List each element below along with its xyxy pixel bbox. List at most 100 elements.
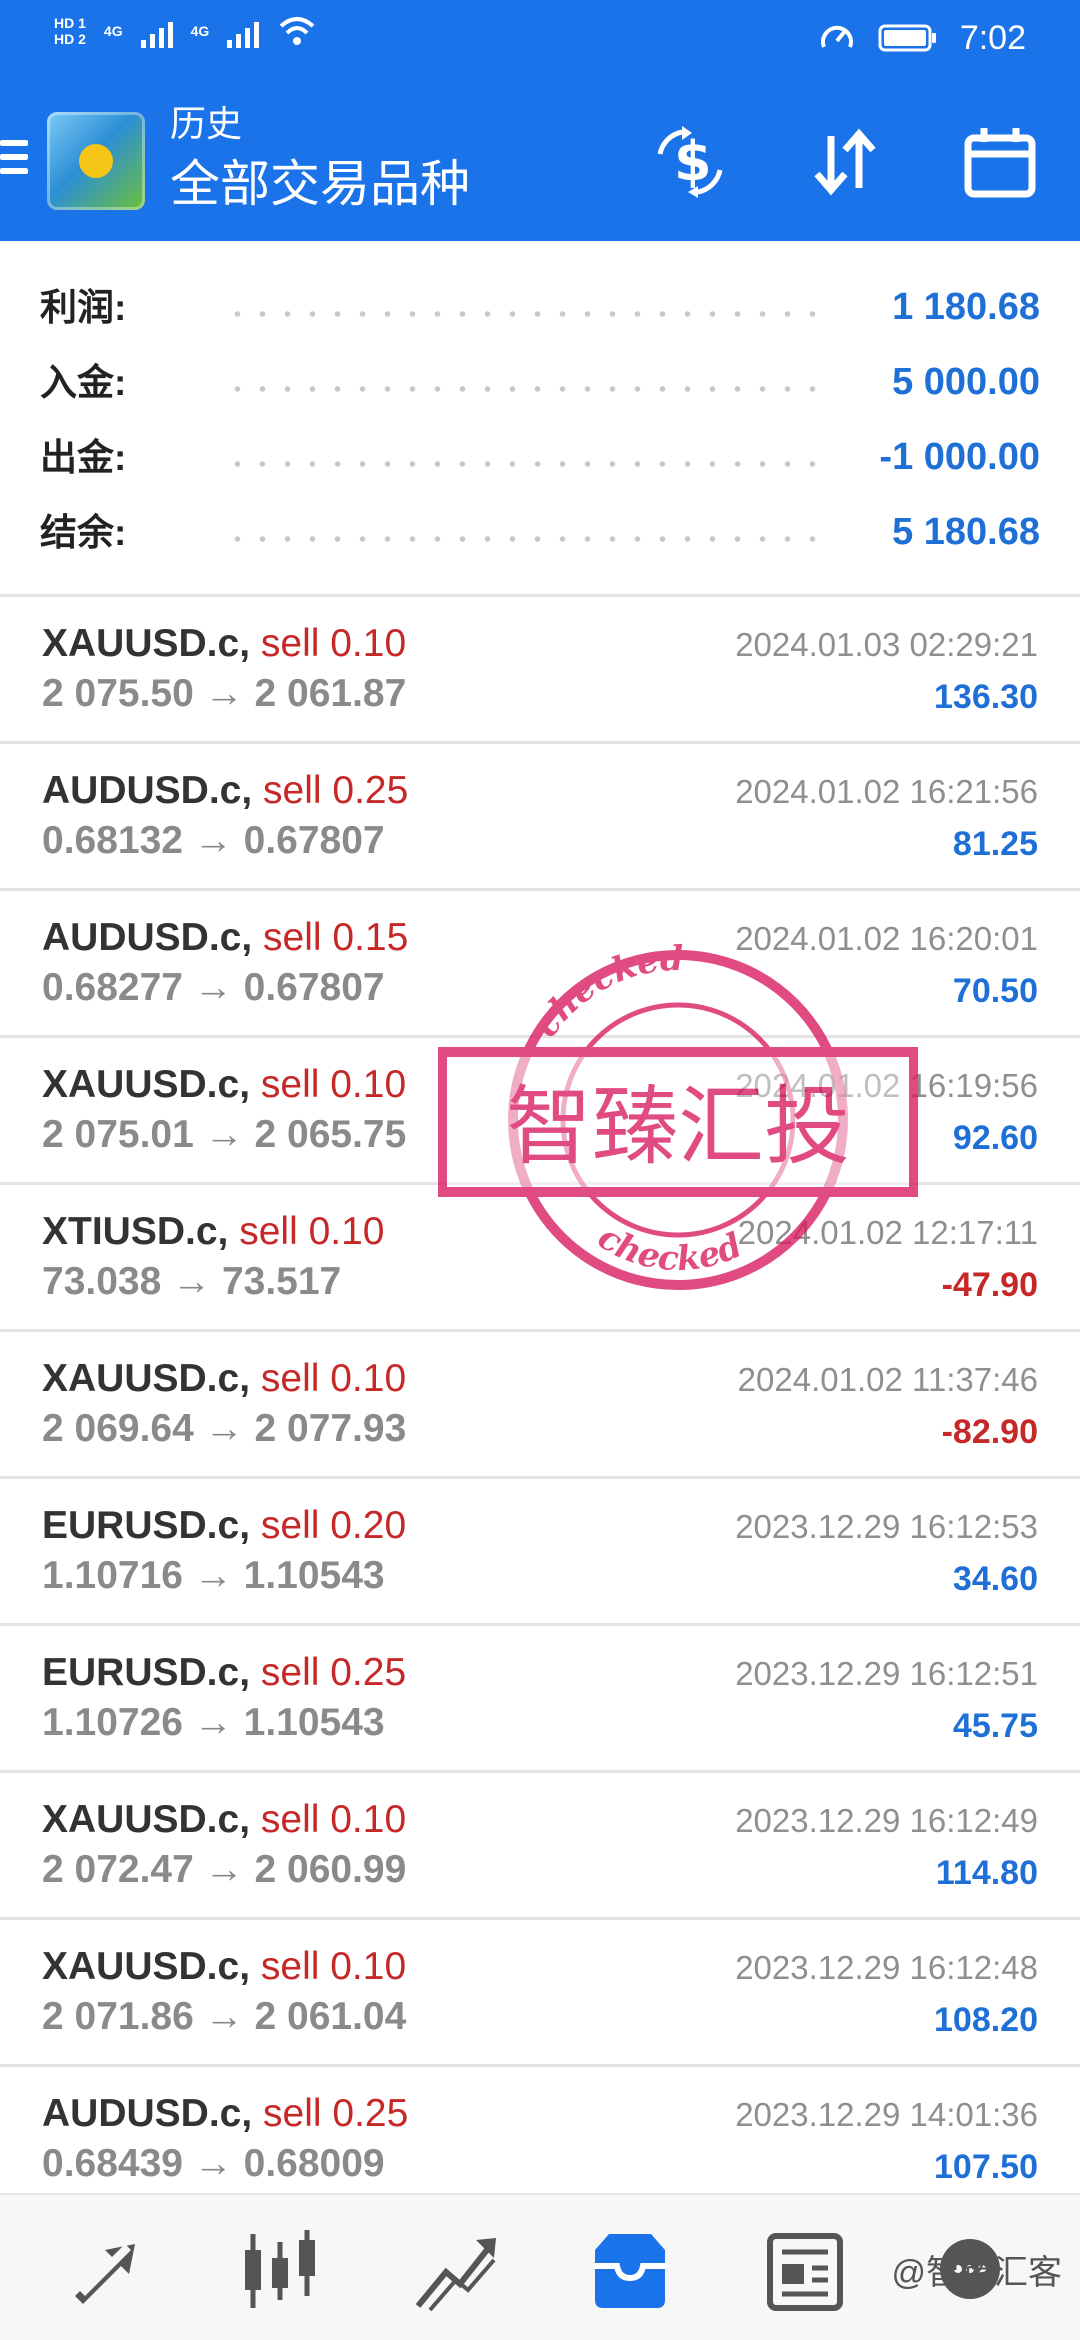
header-title[interactable]: 全部交易品种 [170, 154, 470, 214]
chart-candles-icon[interactable] [230, 2221, 330, 2321]
trade-time: 2023.12.29 16:12:49 [735, 1802, 1038, 1839]
watermark-text: @智臻汇客 [891, 2254, 1062, 2292]
account-summary: 利润: 1 180.68 入金: 5 000.00 出金: -1 000.00 … [0, 241, 1080, 595]
trade-time: 2024.01.02 16:20:01 [735, 920, 1038, 957]
trade-time: 2023.12.29 14:01:36 [735, 2096, 1038, 2133]
trade-prices: 73.038 → 73.517 [42, 1260, 342, 1303]
balance-label: 结余: [40, 512, 127, 553]
trade-profit: -47.90 [941, 1266, 1038, 1304]
leader-dots [225, 536, 820, 542]
trade-prices: 2 071.86 → 2 061.04 [42, 1995, 407, 2038]
withdrawal-value: -1 000.00 [879, 436, 1040, 478]
header-subtitle: 历史 [170, 103, 243, 144]
balance-value: 5 180.68 [892, 511, 1040, 553]
quotes-icon[interactable] [60, 2221, 160, 2321]
trade-time: 2024.01.03 02:29:21 [735, 626, 1038, 663]
wifi-icon [279, 17, 315, 45]
network-1-label: 4G [103, 23, 123, 39]
trade-symbol: XAUUSD.c, [42, 1798, 251, 1841]
status-bar: HD 1 HD 2 4G 4G 7:02 [0, 0, 1080, 82]
trade-side: sell 0.10 [260, 1798, 407, 1841]
sort-icon[interactable] [805, 122, 885, 202]
header: 历史 全部交易品种 $ [0, 82, 1080, 241]
trade-profit: 81.25 [952, 825, 1038, 863]
trade-symbol-line: AUDUSD.c, sell 0.15 [42, 911, 408, 965]
trade-row[interactable]: AUDUSD.c, sell 0.15 0.68277 → 0.67807 2024… [0, 891, 1080, 1038]
trade-symbol: XAUUSD.c, [42, 622, 251, 665]
trade-symbol-line: XAUUSD.c, sell 0.10 [42, 1940, 406, 1994]
speed-icon [820, 25, 853, 48]
trade-row[interactable]: XAUUSD.c, sell 0.10 2 069.64 → 2 077.93 20… [0, 1332, 1080, 1479]
trade-prices: 2 075.50 → 2 061.87 [42, 672, 407, 715]
bottom-navigation: @智臻汇客 [0, 2193, 1080, 2340]
clock: 7:02 [959, 19, 1026, 57]
sim2-label: HD 2 [54, 31, 86, 47]
trade-symbol-line: XAUUSD.c, sell 0.10 [42, 1793, 406, 1847]
summary-row-deposit: 入金: 5 000.00 [40, 346, 1040, 420]
trade-prices: 0.68132 → 0.67807 [42, 819, 385, 862]
trade-symbol-line: XAUUSD.c, sell 0.10 [42, 617, 406, 671]
summary-row-profit: 利润: 1 180.68 [40, 271, 1040, 345]
trade-icon[interactable] [405, 2221, 505, 2321]
trade-row[interactable]: EURUSD.c, sell 0.20 1.10716 → 1.10543 2023… [0, 1479, 1080, 1626]
sim-indicators: HD 1 HD 2 [54, 15, 86, 47]
trade-profit: 70.50 [952, 972, 1038, 1010]
trade-prices: 2 075.01 → 2 065.75 [42, 1113, 407, 1156]
trade-prices: 2 069.64 → 2 077.93 [42, 1407, 407, 1450]
menu-icon[interactable] [0, 140, 28, 180]
trade-symbol: XTIUSD.c, [42, 1210, 229, 1253]
trade-symbol-line: XTIUSD.c, sell 0.10 [42, 1205, 384, 1259]
trade-prices: 1.10716 → 1.10543 [42, 1554, 385, 1597]
trade-symbol-line: EURUSD.c, sell 0.25 [42, 1646, 406, 1700]
trade-symbol-line: AUDUSD.c, sell 0.25 [42, 764, 408, 818]
withdrawal-label: 出金: [40, 437, 127, 478]
trade-prices: 0.68277 → 0.67807 [42, 966, 385, 1009]
trade-prices: 0.68439 → 0.68009 [42, 2142, 385, 2185]
history-icon[interactable] [580, 2221, 680, 2321]
sim1-label: HD 1 [54, 15, 86, 31]
trade-side: sell 0.25 [263, 769, 409, 812]
trade-row[interactable]: XTIUSD.c, sell 0.10 73.038 → 73.517 2024.0… [0, 1185, 1080, 1332]
calendar-icon[interactable] [960, 122, 1040, 202]
trade-profit: -82.90 [941, 1413, 1038, 1451]
trade-symbol: EURUSD.c, [42, 1504, 251, 1547]
trade-row[interactable]: AUDUSD.c, sell 0.25 0.68439 → 0.68009 2023… [0, 2067, 1080, 2193]
leader-dots [225, 311, 820, 317]
summary-row-balance: 结余: 5 180.68 [40, 496, 1040, 570]
status-left: HD 1 HD 2 4G 4G [54, 14, 317, 48]
trade-symbol: AUDUSD.c, [42, 769, 253, 812]
trade-symbol-line: XAUUSD.c, sell 0.10 [42, 1352, 406, 1406]
signal-1-icon [140, 14, 173, 48]
trade-row[interactable]: EURUSD.c, sell 0.25 1.10726 → 1.10543 2023… [0, 1626, 1080, 1773]
trade-row[interactable]: XAUUSD.c, sell 0.10 2 072.47 → 2 060.99 20… [0, 1773, 1080, 1920]
profit-value: 1 180.68 [892, 286, 1040, 328]
summary-row-withdrawal: 出金: -1 000.00 [40, 421, 1040, 495]
trade-side: sell 0.25 [260, 1651, 407, 1694]
trade-time: 2023.12.29 16:12:48 [735, 1949, 1038, 1986]
trade-profit: 136.30 [934, 678, 1038, 716]
profit-label: 利润: [40, 287, 127, 328]
trade-symbol: EURUSD.c, [42, 1651, 251, 1694]
trade-row[interactable]: XAUUSD.c, sell 0.10 2 075.01 → 2 065.75 20… [0, 1038, 1080, 1185]
trade-history-list[interactable]: XAUUSD.c, sell 0.10 2 075.50 → 2 061.87 20… [0, 595, 1080, 2193]
battery-icon [878, 24, 936, 52]
app-screen: HD 1 HD 2 4G 4G 7:02 历史 全部交易品种 $ 利润: 1 1… [0, 0, 1080, 2340]
news-icon[interactable] [755, 2221, 855, 2321]
trade-row[interactable]: XAUUSD.c, sell 0.10 2 071.86 → 2 061.04 20… [0, 1920, 1080, 2067]
trade-symbol: XAUUSD.c, [42, 1945, 251, 1988]
trade-prices: 1.10726 → 1.10543 [42, 1701, 385, 1744]
trade-side: sell 0.10 [239, 1210, 385, 1253]
trade-time: 2023.12.29 16:12:51 [735, 1655, 1038, 1692]
trade-symbol-line: XAUUSD.c, sell 0.10 [42, 1058, 406, 1112]
trade-symbol: XAUUSD.c, [42, 1063, 251, 1106]
trade-side: sell 0.10 [260, 1357, 407, 1400]
trade-time: 2024.01.02 12:17:11 [737, 1214, 1038, 1251]
trade-time: 2023.12.29 16:12:53 [735, 1508, 1038, 1545]
trade-row[interactable]: AUDUSD.c, sell 0.25 0.68132 → 0.67807 2024… [0, 744, 1080, 891]
deposit-value: 5 000.00 [892, 361, 1040, 403]
trade-prices: 2 072.47 → 2 060.99 [42, 1848, 407, 1891]
dollar-exchange-icon[interactable]: $ [650, 122, 730, 202]
trade-profit: 108.20 [934, 2001, 1038, 2039]
trade-row[interactable]: XAUUSD.c, sell 0.10 2 075.50 → 2 061.87 20… [0, 597, 1080, 744]
trade-time: 2024.01.02 16:19:56 [735, 1067, 1038, 1104]
